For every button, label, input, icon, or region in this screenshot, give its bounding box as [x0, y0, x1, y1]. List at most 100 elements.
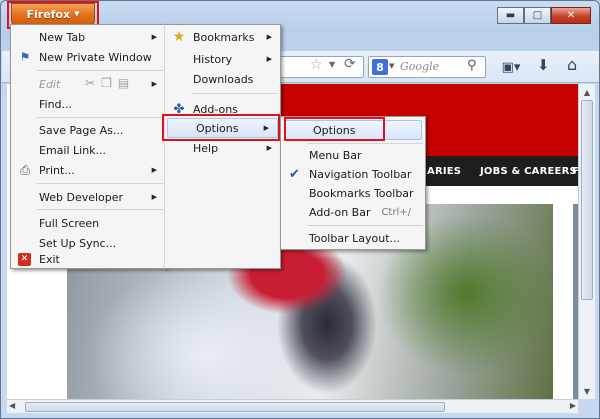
menu-separator [191, 93, 278, 94]
firefox-menu-button[interactable]: Firefox ▼ [11, 3, 95, 25]
menu-item-print[interactable]: ⎙ Print... ▶ [11, 160, 165, 180]
menu-item-label: Find... [39, 97, 73, 111]
menu-item-email-link[interactable]: Email Link... [11, 140, 165, 160]
menu-separator [37, 117, 163, 118]
menu-item-bookmarks[interactable]: ★ Bookmarks ▶ [165, 27, 280, 47]
submenu-item-toolbar-layout[interactable]: Toolbar Layout... [281, 228, 425, 248]
firefox-menu-label: Firefox [26, 7, 71, 21]
scroll-left-icon[interactable]: ◀ [9, 401, 15, 410]
horizontal-scrollbar[interactable]: ◀ ▶ [7, 399, 578, 413]
minimize-icon: ▬ [505, 10, 516, 21]
copy-icon: ❐ [101, 76, 112, 90]
menu-separator [37, 209, 163, 210]
menu-item-label: Toolbar Layout... [309, 231, 400, 245]
menu-item-history[interactable]: History ▶ [165, 49, 280, 69]
submenu-item-options[interactable]: Options [284, 120, 422, 140]
scroll-down-icon[interactable]: ▼ [579, 383, 595, 399]
checkmark-icon: ✔ [289, 166, 300, 182]
submenu-arrow-icon: ▶ [151, 80, 157, 88]
menu-item-label: Menu Bar [309, 148, 362, 162]
submenu-item-bookmarks-toolbar[interactable]: Bookmarks Toolbar [281, 183, 425, 203]
menu-item-label: Options [196, 121, 239, 135]
bookmark-star-icon[interactable]: ☆ [310, 57, 323, 73]
menu-item-save-page-as[interactable]: Save Page As... [11, 120, 165, 140]
submenu-arrow-icon: ▶ [266, 33, 272, 41]
menu-item-web-developer[interactable]: Web Developer ▶ [11, 187, 165, 207]
bookmarks-toolbar-icon: ▣▾ [501, 59, 521, 75]
menu-item-label: Help [193, 141, 219, 155]
menu-item-label: Downloads [193, 72, 254, 86]
menu-item-label: Save Page As... [39, 123, 124, 137]
menu-item-label: Add-ons [193, 102, 238, 116]
site-nav-item[interactable]: JOBS & CAREERS [480, 166, 577, 177]
menu-item-help[interactable]: Help ▶ [165, 138, 280, 158]
printer-icon: ⎙ [20, 162, 30, 177]
firefox-menu-left-column: New Tab ▶ ⚑ New Private Window Edit ✂ ❐ … [10, 24, 166, 269]
menu-item-label: Bookmarks Toolbar [309, 186, 414, 200]
site-nav-item[interactable]: ARIES [427, 166, 461, 177]
menu-item-label: Exit [39, 252, 60, 266]
menu-item-full-screen[interactable]: Full Screen [11, 213, 165, 233]
submenu-arrow-icon: ▶ [263, 124, 269, 132]
download-arrow-icon[interactable]: ⬇ [537, 56, 550, 74]
menu-item-edit[interactable]: Edit ✂ ❐ ▤ ▶ [11, 74, 165, 94]
bookmarks-menu-button[interactable]: ▣▾ [496, 57, 526, 77]
google-engine-icon[interactable]: 8 [372, 59, 388, 75]
cut-icon: ✂ [85, 76, 96, 90]
shortcut-label: Ctrl+/ [381, 206, 411, 218]
submenu-arrow-icon: ▶ [266, 144, 272, 152]
vertical-scroll-thumb[interactable] [581, 100, 593, 300]
menu-item-label: Bookmarks [193, 30, 255, 44]
submenu-item-navigation-toolbar[interactable]: ✔ Navigation Toolbar [281, 164, 425, 184]
scroll-up-icon[interactable]: ▲ [579, 84, 595, 100]
caret-down-icon: ▼ [74, 10, 80, 18]
exit-icon: ✕ [18, 252, 31, 266]
menu-item-label: New Tab [39, 30, 86, 44]
menu-item-add-ons[interactable]: ✤ Add-ons [165, 99, 280, 119]
minimize-button[interactable]: ▬ [497, 7, 524, 24]
scroll-right-icon[interactable]: ▶ [570, 401, 576, 410]
close-icon: ✕ [566, 10, 576, 21]
edit-tools: ✂ ❐ ▤ [85, 76, 129, 90]
search-icon[interactable]: ⚲ [467, 58, 477, 73]
menu-item-find[interactable]: Find... [11, 94, 165, 114]
menu-item-label: Print... [39, 163, 75, 177]
submenu-arrow-icon: ▶ [151, 166, 157, 174]
horizontal-scroll-thumb[interactable] [25, 402, 445, 412]
menu-item-label: Add-on Bar [309, 205, 371, 219]
search-input[interactable]: Google [400, 60, 439, 73]
menu-separator [37, 70, 163, 71]
submenu-arrow-icon: ▶ [151, 33, 157, 41]
vertical-scrollbar[interactable]: ▲ ▼ [578, 84, 595, 399]
menu-item-label: Email Link... [39, 143, 107, 157]
menu-item-options[interactable]: Options ▶ [167, 118, 278, 138]
reload-icon[interactable]: ⟳ [344, 56, 356, 72]
menu-item-label: Edit [39, 77, 61, 91]
submenu-item-add-on-bar[interactable]: Add-on Bar Ctrl+/ [281, 202, 425, 222]
menu-item-label: Options [313, 123, 356, 137]
firefox-menu-right-column: ★ Bookmarks ▶ History ▶ Downloads ✤ Add-… [164, 24, 281, 269]
menu-item-exit[interactable]: ✕ Exit [11, 249, 165, 269]
maximize-icon: □ [532, 10, 543, 21]
menu-item-label: Full Screen [39, 216, 100, 230]
window-controls: ▬ □ ✕ [497, 7, 591, 24]
private-window-icon: ⚑ [19, 50, 31, 64]
options-submenu: Options Menu Bar ✔ Navigation Toolbar Bo… [280, 116, 426, 250]
close-button[interactable]: ✕ [551, 7, 591, 24]
maximize-button[interactable]: □ [524, 7, 551, 24]
home-icon[interactable]: ⌂ [567, 55, 577, 74]
menu-separator [307, 143, 423, 144]
menu-item-new-tab[interactable]: New Tab ▶ [11, 27, 165, 47]
search-engine-dropdown-icon[interactable]: ▼ [389, 62, 394, 70]
submenu-arrow-icon: ▶ [151, 193, 157, 201]
submenu-item-menu-bar[interactable]: Menu Bar [281, 145, 425, 165]
menu-item-label: Navigation Toolbar [309, 167, 412, 181]
menu-separator [37, 183, 163, 184]
menu-item-downloads[interactable]: Downloads [165, 69, 280, 89]
url-dropdown-icon[interactable]: ▼ [329, 60, 335, 69]
menu-item-new-private-window[interactable]: ⚑ New Private Window [11, 47, 165, 67]
puzzle-icon: ✤ [173, 101, 185, 117]
paste-icon: ▤ [117, 76, 130, 90]
submenu-arrow-icon: ▶ [266, 55, 272, 63]
menu-item-label: Set Up Sync... [39, 236, 117, 250]
